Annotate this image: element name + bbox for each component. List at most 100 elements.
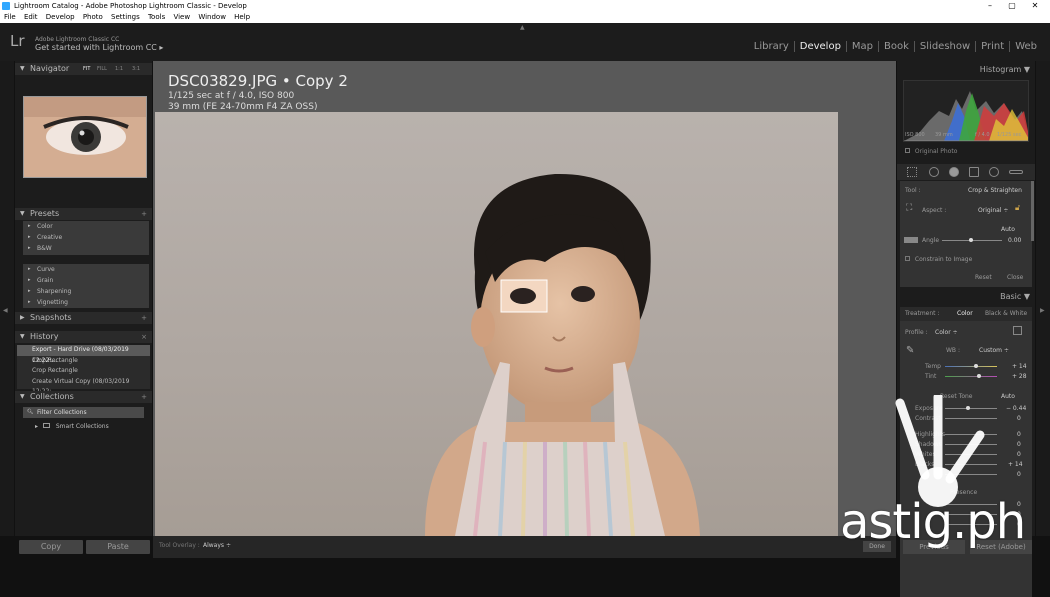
profile-browser-icon[interactable]	[1013, 326, 1022, 335]
zoom-fill[interactable]: FILL	[97, 63, 107, 75]
paste-button[interactable]: Paste	[86, 540, 150, 554]
angle-value[interactable]: 0.00	[1008, 237, 1021, 244]
crop-reset-button[interactable]: Reset	[975, 274, 992, 281]
preset-color[interactable]: Color	[23, 221, 149, 232]
preset-bw[interactable]: B&W	[23, 243, 149, 254]
tone-row-value[interactable]: 0	[1017, 441, 1021, 448]
treatment-color[interactable]: Color	[957, 307, 973, 321]
adjustment-brush-icon[interactable]	[1009, 170, 1023, 174]
menu-settings[interactable]: Settings	[111, 13, 140, 21]
straighten-tool-icon[interactable]	[904, 237, 918, 243]
presets-header[interactable]: ▼ Presets +	[15, 208, 152, 220]
crop-frame-icon[interactable]: ⛶	[906, 203, 912, 213]
wb-eyedropper-icon[interactable]: ✎	[906, 345, 914, 356]
navigator-preview[interactable]	[23, 96, 147, 178]
snapshots-header[interactable]: ▶ Snapshots +	[15, 312, 152, 324]
treatment-bw[interactable]: Black & White	[985, 307, 1027, 321]
collections-header[interactable]: ▼ Collections +	[15, 391, 152, 403]
angle-auto-button[interactable]: Auto	[1001, 226, 1015, 233]
module-slideshow[interactable]: Slideshow	[913, 41, 975, 52]
red-eye-icon[interactable]	[949, 167, 959, 177]
tone-row-value[interactable]: 0	[1017, 415, 1021, 422]
top-panel-toggle-icon[interactable]: ▲	[520, 24, 525, 31]
smart-collections-item[interactable]: ▸ Smart Collections	[35, 423, 109, 430]
profile-select[interactable]: Color ÷	[935, 329, 958, 336]
add-collection-icon[interactable]: +	[141, 391, 147, 403]
module-web[interactable]: Web	[1009, 41, 1042, 52]
left-collapse-arrow-icon[interactable]: ◀	[3, 307, 8, 314]
crop-tool-icon[interactable]	[907, 167, 917, 177]
right-panel-scrollbar[interactable]	[1031, 181, 1034, 241]
navigator-header[interactable]: ▼ Navigator FIT FILL 1:1 3:1	[15, 63, 152, 75]
left-panel-edge[interactable]: ◀	[0, 61, 14, 536]
angle-slider-knob[interactable]	[969, 238, 973, 242]
preset-vignetting[interactable]: Vignetting	[23, 297, 149, 308]
preset-creative[interactable]: Creative	[23, 232, 149, 243]
filter-collections-field[interactable]: 🔍︎ Filter Collections	[23, 407, 144, 418]
radial-filter-icon[interactable]	[989, 167, 999, 177]
history-item[interactable]: Crop Rectangle	[17, 366, 150, 377]
add-snapshot-icon[interactable]: +	[141, 312, 147, 324]
wb-select[interactable]: Custom ÷	[979, 347, 1009, 354]
history-item[interactable]: Crop Rectangle	[17, 356, 150, 367]
zoom-fit[interactable]: FIT	[83, 63, 90, 75]
module-print[interactable]: Print	[975, 41, 1009, 52]
copy-button[interactable]: Copy	[19, 540, 83, 554]
preset-grain[interactable]: Grain	[23, 275, 149, 286]
watermark-text: astig.ph	[840, 494, 1026, 550]
right-panel-edge[interactable]: ▶	[1036, 61, 1050, 536]
photo[interactable]	[155, 112, 838, 536]
add-preset-icon[interactable]: +	[141, 208, 147, 220]
history-item[interactable]: Create Virtual Copy (08/03/2019 12:22:..…	[17, 377, 150, 396]
tone-auto-button[interactable]: Auto	[1001, 393, 1015, 400]
menu-view[interactable]: View	[173, 13, 190, 21]
spot-removal-icon[interactable]	[929, 167, 939, 177]
menu-tools[interactable]: Tools	[148, 13, 165, 21]
temp-slider-knob[interactable]	[974, 364, 978, 368]
module-book[interactable]: Book	[878, 41, 914, 52]
tool-overlay-select[interactable]: Always ÷	[203, 542, 231, 549]
right-collapse-arrow-icon[interactable]: ▶	[1040, 307, 1045, 314]
tint-slider[interactable]	[945, 376, 997, 377]
constrain-checkbox[interactable]: Constrain to Image	[905, 256, 972, 263]
tint-value[interactable]: + 28	[1012, 373, 1027, 380]
lock-icon[interactable]: 🔓︎	[1015, 203, 1020, 213]
menu-photo[interactable]: Photo	[83, 13, 103, 21]
collections-title: Collections	[30, 392, 74, 401]
graduated-filter-icon[interactable]	[969, 167, 979, 177]
crop-close-button[interactable]: Close	[1007, 274, 1023, 281]
aspect-select[interactable]: Original ÷	[978, 207, 1008, 214]
tint-label: Tint	[925, 373, 937, 380]
tone-row-value[interactable]: + 14	[1008, 461, 1023, 468]
menu-window[interactable]: Window	[198, 13, 226, 21]
module-develop[interactable]: Develop	[793, 41, 846, 52]
basic-header[interactable]: Basic ▼	[897, 290, 1035, 304]
tone-row-value[interactable]: 0	[1017, 431, 1021, 438]
tint-slider-knob[interactable]	[977, 374, 981, 378]
exposure-value[interactable]: − 0.44	[1006, 405, 1026, 412]
menu-help[interactable]: Help	[234, 13, 250, 21]
tone-row-value[interactable]: 0	[1017, 451, 1021, 458]
profile-label: Profile :	[905, 329, 928, 336]
preset-sharpening[interactable]: Sharpening	[23, 286, 149, 297]
history-header[interactable]: ▼ History ×	[15, 331, 152, 343]
histogram-header[interactable]: Histogram ▼	[897, 63, 1035, 77]
zoom-3-1[interactable]: 3:1	[132, 63, 140, 75]
close-window-button[interactable]: ✕	[1020, 0, 1050, 12]
module-map[interactable]: Map	[845, 41, 878, 52]
history-item[interactable]: Export - Hard Drive (08/03/2019 12:22:..…	[17, 345, 150, 364]
module-library[interactable]: Library	[749, 41, 794, 52]
menu-file[interactable]: File	[4, 13, 16, 21]
get-started-link[interactable]: Get started with Lightroom CC ▸	[35, 43, 163, 52]
menu-edit[interactable]: Edit	[24, 13, 38, 21]
clear-history-icon[interactable]: ×	[141, 331, 147, 343]
zoom-1-1[interactable]: 1:1	[115, 63, 123, 75]
menu-develop[interactable]: Develop	[46, 13, 75, 21]
temp-slider[interactable]	[945, 366, 997, 367]
preset-curve[interactable]: Curve	[23, 264, 149, 275]
window-title: Lightroom Catalog - Adobe Photoshop Ligh…	[14, 2, 247, 10]
tone-row-value[interactable]: 0	[1017, 471, 1021, 478]
original-photo-checkbox[interactable]: Original Photo	[905, 148, 957, 155]
temp-value[interactable]: + 14	[1012, 363, 1027, 370]
collapse-triangle-icon: ▼	[20, 65, 25, 72]
